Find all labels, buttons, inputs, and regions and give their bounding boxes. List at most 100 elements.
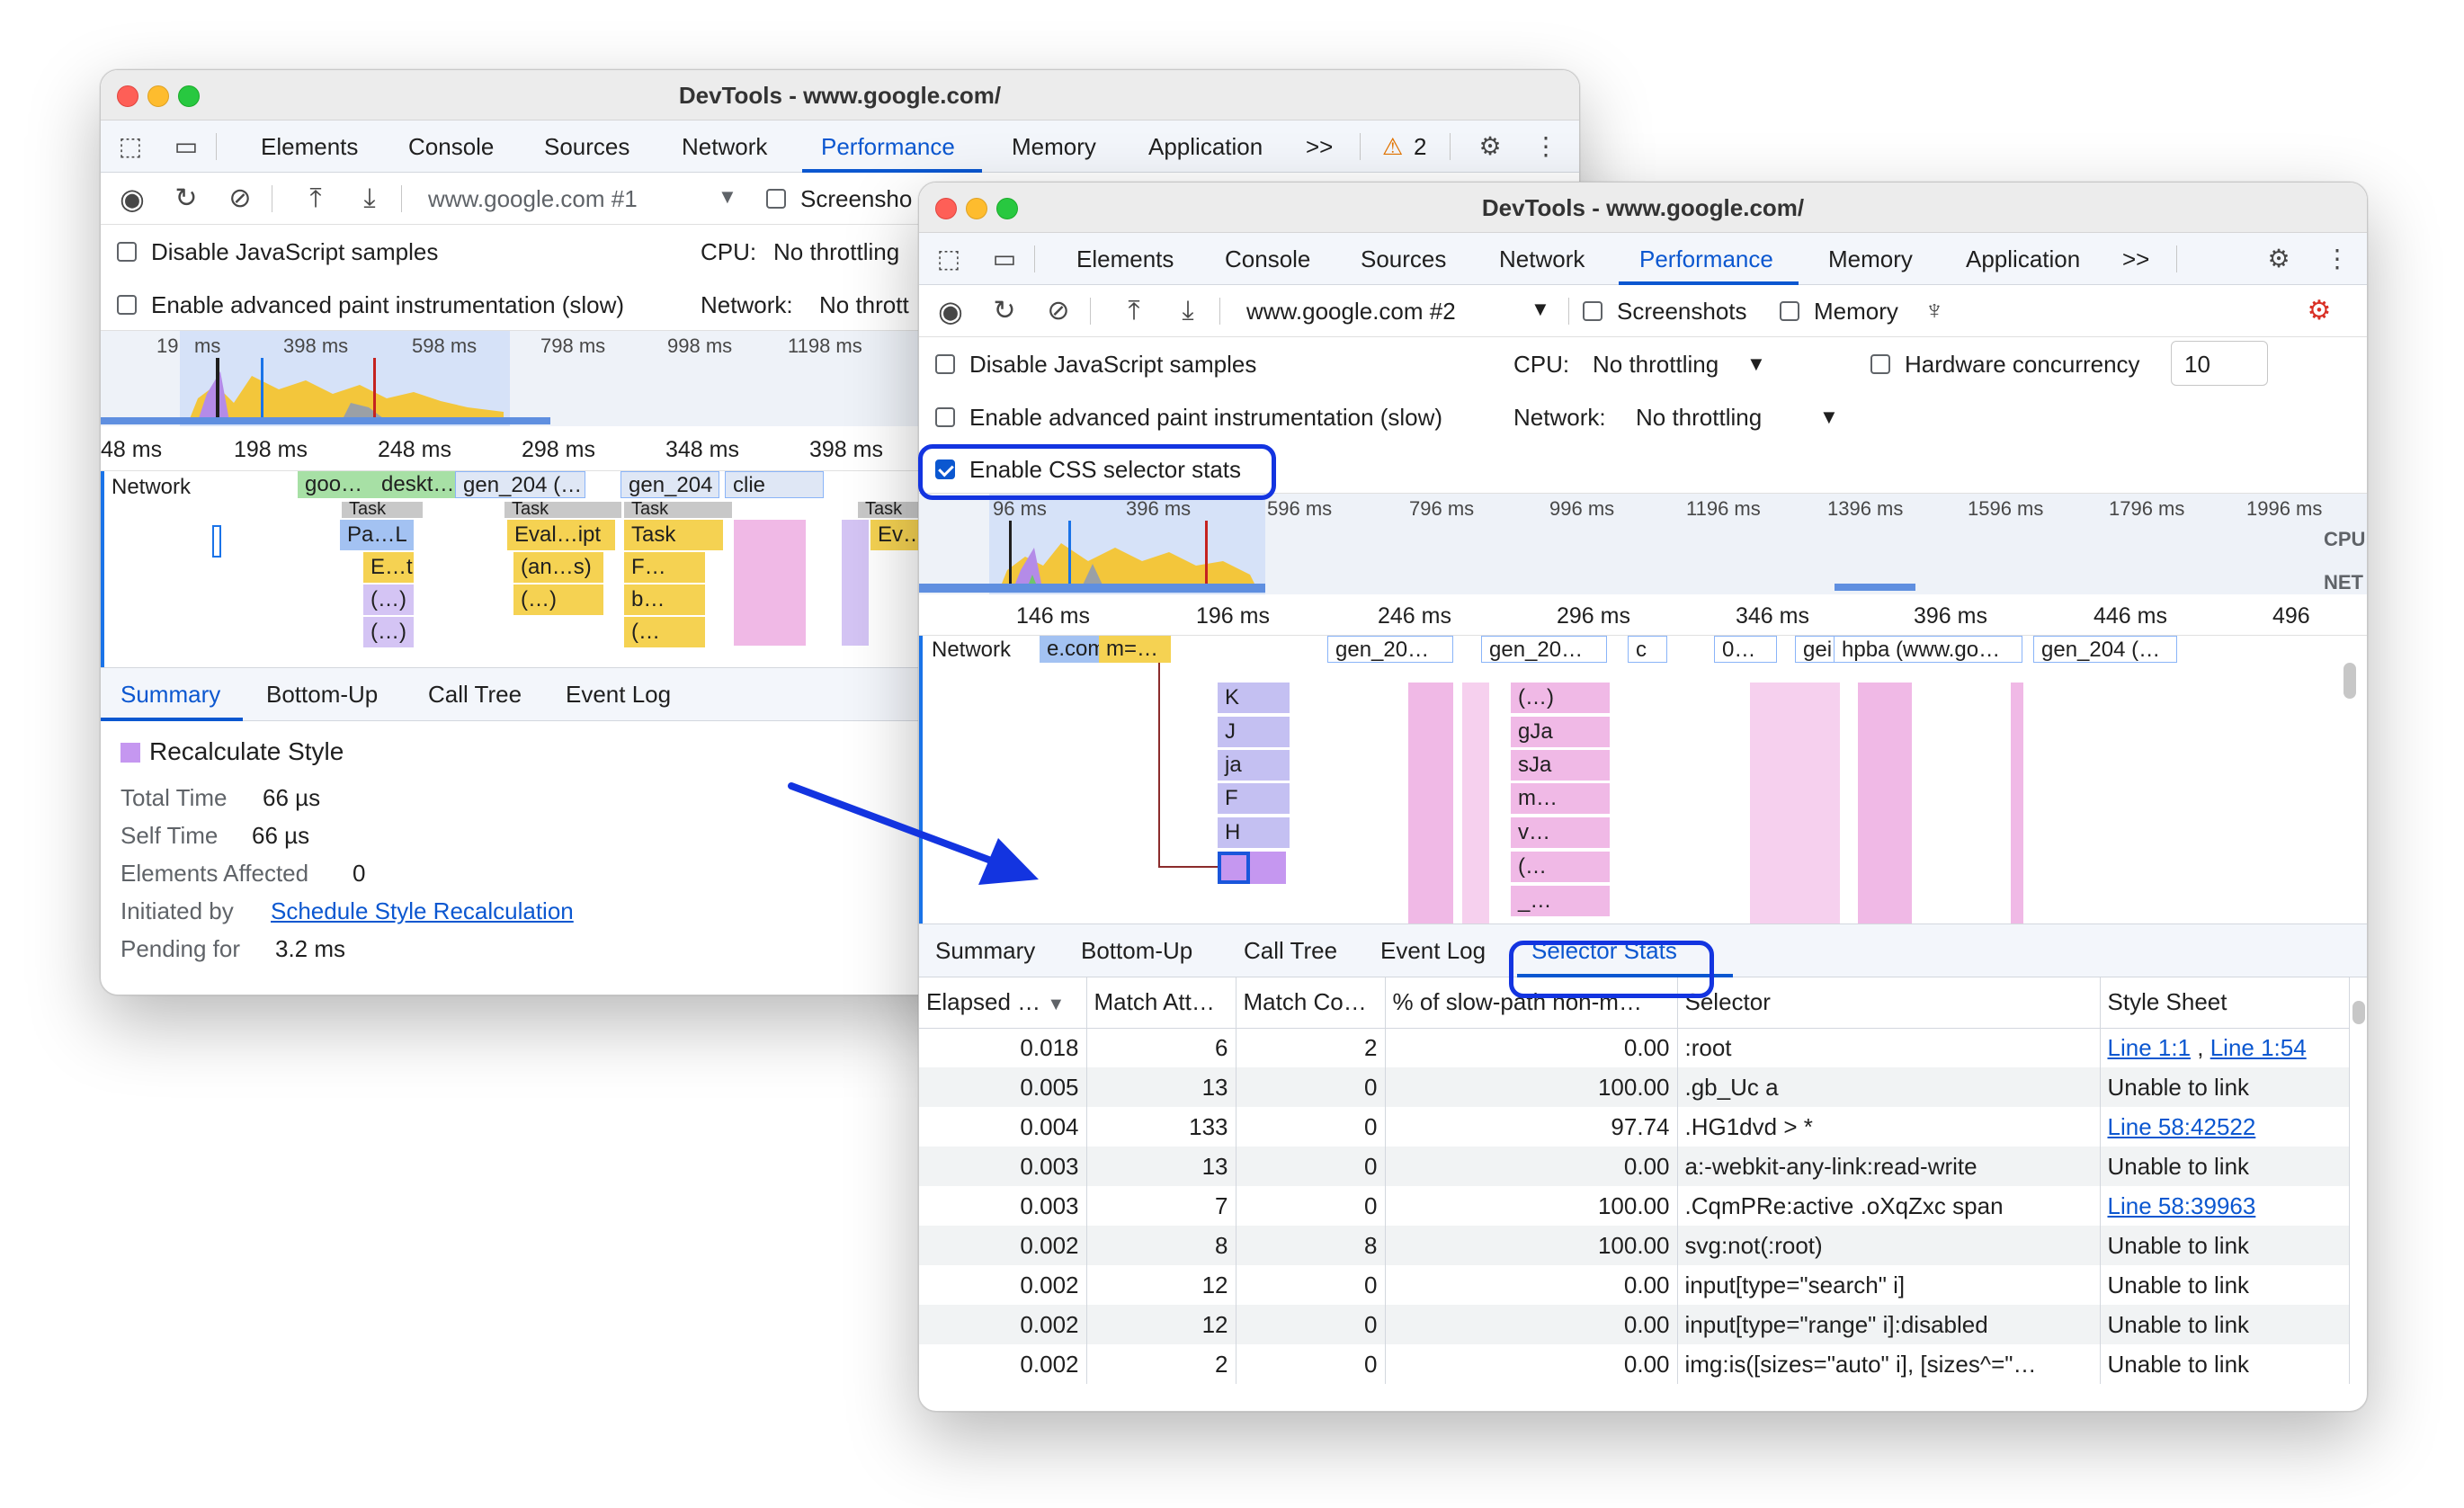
disable-js-checkbox[interactable] — [935, 354, 955, 374]
inspect-element-icon[interactable]: ⬚ — [115, 131, 146, 162]
table-row[interactable]: 0.003 7 0 100.00 .CqmPRe:active .oXqZxc … — [919, 1186, 2350, 1226]
tab-memory[interactable]: Memory — [1012, 133, 1096, 161]
network-throttling-select[interactable]: No throttling — [1636, 404, 1762, 432]
paint-instrumentation-checkbox[interactable] — [935, 407, 955, 427]
col-style-sheet[interactable]: Style Sheet — [2100, 977, 2350, 1029]
table-row[interactable]: 0.004 133 0 97.74 .HG1dvd > * Line 58:42… — [919, 1107, 2350, 1147]
memory-checkbox[interactable] — [1780, 301, 1799, 321]
cpu-activity-chart — [998, 521, 1259, 593]
flame-chart[interactable]: Network e.com m=… gen_20… gen_20… c 0… g… — [919, 636, 2367, 924]
warning-icon[interactable]: ⚠ — [1382, 133, 1403, 161]
clear-icon[interactable]: ⊘ — [1041, 294, 1076, 328]
stylesheet-link[interactable]: Line 1:1 — [2108, 1034, 2192, 1061]
table-row[interactable]: 0.002 12 0 0.00 input[type="range" i]:di… — [919, 1305, 2350, 1344]
tab-call-tree[interactable]: Call Tree — [1244, 937, 1337, 965]
paint-instrumentation-checkbox[interactable] — [117, 295, 137, 315]
upload-icon[interactable]: ⤒ — [1117, 294, 1151, 328]
settings-gear-icon[interactable]: ⚙ — [2263, 244, 2294, 274]
more-options-icon[interactable]: ⋮ — [1531, 131, 1561, 162]
tab-elements[interactable]: Elements — [261, 133, 358, 161]
col-selector[interactable]: Selector — [1677, 977, 2101, 1029]
screenshots-checkbox[interactable] — [766, 189, 786, 209]
tab-memory[interactable]: Memory — [1828, 245, 1913, 273]
stylesheet-link[interactable]: Line 58:39963 — [2108, 1192, 2256, 1219]
cpu-throttling-select[interactable]: No throttling — [773, 238, 899, 266]
tab-bottom-up[interactable]: Bottom-Up — [266, 681, 378, 709]
record-icon[interactable]: ◉ — [115, 182, 149, 216]
hardware-concurrency-input[interactable]: 10 — [2171, 341, 2268, 386]
table-scrollbar[interactable] — [2352, 1001, 2365, 1024]
download-icon[interactable]: ⤓ — [353, 182, 387, 216]
record-icon[interactable]: ◉ — [933, 294, 968, 328]
hardware-concurrency-checkbox[interactable] — [1870, 354, 1890, 374]
tab-network[interactable]: Network — [682, 133, 767, 161]
flame-scrollbar[interactable] — [2343, 663, 2356, 699]
tab-console[interactable]: Console — [408, 133, 494, 161]
cpu-throttling-select[interactable]: No throttling — [1593, 351, 1719, 379]
table-row[interactable]: 0.002 8 8 100.00 svg:not(:root) Unable t… — [919, 1226, 2350, 1265]
tab-sources[interactable]: Sources — [544, 133, 629, 161]
settings-gear-icon[interactable]: ⚙ — [1475, 131, 1505, 162]
table-row[interactable]: 0.005 13 0 100.00 .gb_Uc a Unable to lin… — [919, 1067, 2350, 1107]
tab-summary[interactable]: Summary — [121, 681, 220, 709]
disable-js-label: Disable JavaScript samples — [151, 238, 439, 265]
chevron-down-icon[interactable]: ▼ — [1531, 298, 1550, 321]
more-tabs-button[interactable]: >> — [1306, 133, 1333, 161]
initiator-link[interactable]: Schedule Style Recalculation — [271, 897, 574, 925]
inspect-element-icon[interactable]: ⬚ — [933, 244, 964, 274]
col-match-attempts[interactable]: Match Att… — [1086, 977, 1236, 1029]
selected-recalc-style-event[interactable] — [1218, 852, 1250, 884]
chevron-down-icon[interactable]: ▼ — [1746, 352, 1766, 376]
tab-application[interactable]: Application — [1148, 133, 1263, 161]
cpu-lane-label: CPU — [2324, 528, 2366, 550]
table-row[interactable]: 0.018 6 2 0.00 :root Line 1:1 , Line 1:5… — [919, 1028, 2350, 1067]
capture-settings-gear-icon[interactable]: ⚙ — [2302, 294, 2336, 328]
recording-select[interactable]: www.google.com #2 — [1246, 298, 1456, 326]
tab-event-log[interactable]: Event Log — [1380, 937, 1486, 965]
selector-stats-tab-highlight — [1509, 941, 1714, 998]
disable-js-checkbox[interactable] — [117, 242, 137, 262]
tab-performance[interactable]: Performance — [1639, 245, 1773, 273]
timeline-overview[interactable]: 96 ms 396 ms 596 ms 796 ms 996 ms 1196 m… — [919, 494, 2367, 594]
more-options-icon[interactable]: ⋮ — [2322, 244, 2352, 274]
chevron-down-icon[interactable]: ▼ — [1819, 406, 1839, 429]
col-elapsed[interactable]: Elapsed … ▼ — [919, 977, 1087, 1029]
chevron-down-icon[interactable]: ▼ — [718, 185, 737, 209]
screenshots-label: Screensho — [800, 185, 913, 212]
more-tabs-button[interactable]: >> — [2122, 245, 2149, 273]
warning-count: 2 — [1414, 133, 1427, 160]
device-toolbar-icon[interactable]: ▭ — [989, 244, 1020, 274]
tab-call-tree[interactable]: Call Tree — [428, 681, 522, 709]
reload-record-icon[interactable]: ↻ — [987, 294, 1022, 328]
table-row[interactable]: 0.002 2 0 0.00 img:is([sizes="auto" i], … — [919, 1344, 2350, 1384]
network-track-label[interactable]: Network — [112, 475, 191, 500]
stylesheet-link[interactable]: Line 1:54 — [2210, 1034, 2307, 1061]
tab-performance[interactable]: Performance — [821, 133, 955, 161]
reload-record-icon[interactable]: ↻ — [169, 182, 203, 216]
clear-icon[interactable]: ⊘ — [223, 182, 257, 216]
selector-stats-table: Elapsed … ▼ Match Att… Match Co… % of sl… — [919, 977, 2350, 1384]
screenshots-label: Screenshots — [1617, 298, 1747, 325]
tab-network[interactable]: Network — [1499, 245, 1585, 273]
network-track-label[interactable]: Network — [932, 638, 1011, 663]
download-icon[interactable]: ⤓ — [1171, 294, 1205, 328]
tab-event-log[interactable]: Event Log — [566, 681, 671, 709]
tab-summary[interactable]: Summary — [935, 937, 1035, 965]
stylesheet-link[interactable]: Line 58:42522 — [2108, 1113, 2256, 1140]
broom-icon[interactable]: ♆ — [1917, 294, 1951, 328]
tab-sources[interactable]: Sources — [1361, 245, 1446, 273]
tab-elements[interactable]: Elements — [1076, 245, 1174, 273]
table-row[interactable]: 0.002 12 0 0.00 input[type="search" i] U… — [919, 1265, 2350, 1305]
device-toolbar-icon[interactable]: ▭ — [171, 131, 201, 162]
table-row[interactable]: 0.003 13 0 0.00 a:-webkit-any-link:read-… — [919, 1147, 2350, 1186]
tab-bottom-up[interactable]: Bottom-Up — [1081, 937, 1192, 965]
perf-toolbar: ◉ ↻ ⊘ ⤒ ⤓ www.google.com #2 ▼ Screenshot… — [919, 285, 2367, 337]
upload-icon[interactable]: ⤒ — [299, 182, 333, 216]
recording-select[interactable]: www.google.com #1 — [428, 185, 638, 213]
tab-console[interactable]: Console — [1225, 245, 1310, 273]
recalc-style-swatch — [121, 743, 140, 763]
col-match-count[interactable]: Match Co… — [1236, 977, 1386, 1029]
tab-application[interactable]: Application — [1966, 245, 2080, 273]
network-throttling-select[interactable]: No thrott — [819, 291, 909, 319]
screenshots-checkbox[interactable] — [1583, 301, 1602, 321]
